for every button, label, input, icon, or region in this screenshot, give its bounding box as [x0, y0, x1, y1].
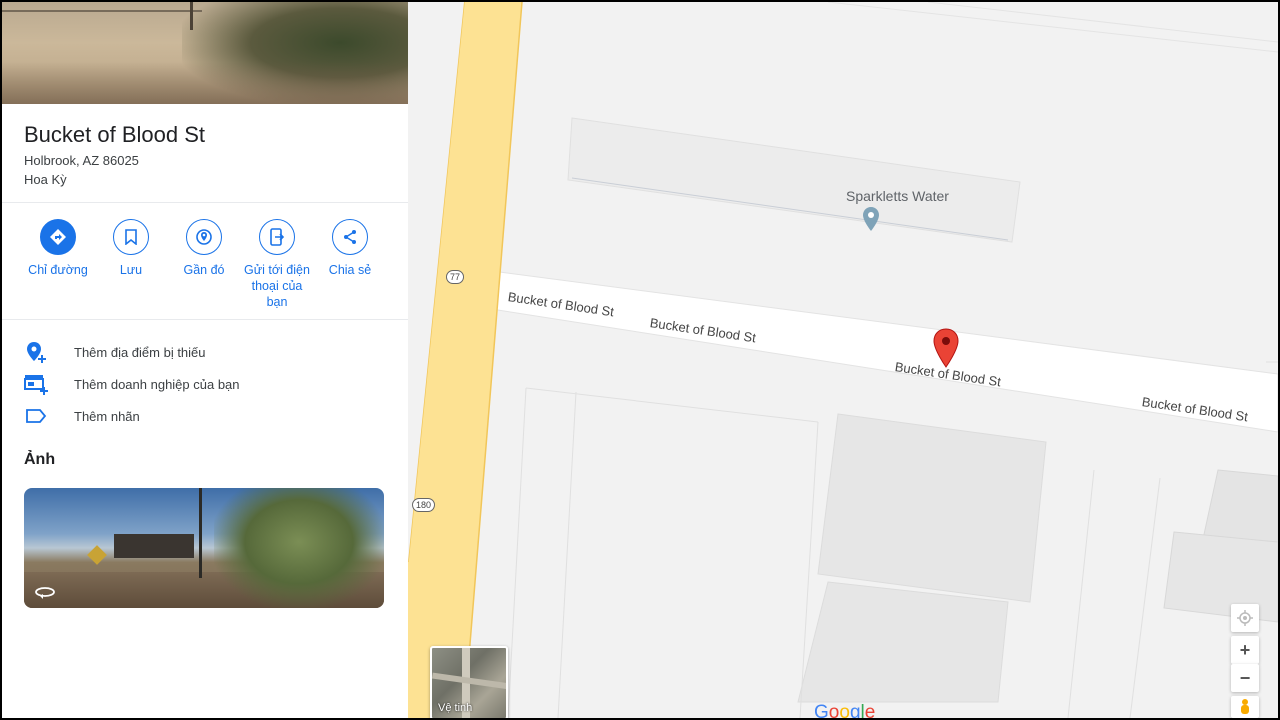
nearby-icon	[196, 229, 212, 245]
add-business-label: Thêm doanh nghiệp của bạn	[74, 376, 240, 392]
share-label: Chia sẻ	[328, 263, 372, 277]
send-to-phone-label: Gửi tới điện thoại của bạn	[244, 263, 310, 309]
send-to-phone-button[interactable]: Gửi tới điện thoại của bạn	[241, 219, 313, 310]
map-base	[408, 2, 1278, 718]
place-hero-image[interactable]	[2, 2, 408, 104]
save-label: Lưu	[119, 263, 143, 277]
directions-icon	[50, 229, 66, 245]
save-button[interactable]: Lưu	[95, 219, 167, 278]
poi-label[interactable]: Sparkletts Water	[846, 188, 949, 204]
route-77-shield: 77	[446, 270, 465, 284]
my-location-icon	[1237, 610, 1253, 626]
place-title: Bucket of Blood St	[24, 122, 205, 147]
zoom-out-button[interactable]: −	[1231, 664, 1259, 692]
pegman-icon	[1241, 699, 1249, 714]
add-business-icon	[24, 375, 48, 395]
street-view-photo[interactable]	[24, 488, 384, 608]
place-address-line2: Hoa Kỳ	[24, 172, 67, 187]
google-logo: Google	[814, 702, 876, 718]
add-missing-place-row[interactable]: Thêm địa điểm bị thiếu	[24, 340, 384, 364]
zoom-in-button[interactable]: +	[1231, 636, 1259, 664]
location-marker-icon[interactable]	[933, 328, 959, 368]
nearby-label: Gần đó	[183, 263, 225, 277]
street-view-360-icon	[32, 584, 58, 602]
add-business-row[interactable]: Thêm doanh nghiệp của bạn	[24, 372, 384, 396]
satellite-label: Vệ tinh	[438, 702, 473, 714]
divider	[2, 202, 408, 203]
directions-button[interactable]: Chỉ đường	[22, 219, 94, 278]
route-180-shield: 180	[412, 498, 436, 512]
photos-heading: Ảnh	[24, 451, 56, 468]
add-location-icon	[27, 342, 46, 363]
bookmark-icon	[125, 229, 137, 245]
pegman-button[interactable]	[1231, 696, 1259, 718]
place-address-line1: Holbrook, AZ 86025	[24, 153, 139, 168]
maps-window: Bucket of Blood St Bucket of Blood St Bu…	[2, 2, 1278, 718]
share-icon	[344, 230, 356, 244]
add-label-row[interactable]: Thêm nhãn	[24, 404, 384, 428]
add-missing-place-label: Thêm địa điểm bị thiếu	[74, 344, 206, 360]
poi-pin-icon[interactable]	[862, 206, 880, 232]
divider	[2, 319, 408, 320]
map-canvas[interactable]: Bucket of Blood St Bucket of Blood St Bu…	[408, 2, 1278, 718]
satellite-toggle[interactable]: Vệ tinh	[430, 646, 508, 718]
share-button[interactable]: Chia sẻ	[314, 219, 386, 278]
add-label-label: Thêm nhãn	[74, 408, 140, 424]
my-location-button[interactable]	[1231, 604, 1259, 632]
directions-label: Chỉ đường	[28, 263, 88, 277]
send-to-phone-icon	[270, 228, 285, 246]
nearby-button[interactable]: Gần đó	[168, 219, 240, 278]
label-icon	[26, 409, 47, 423]
place-panel: Bucket of Blood St Holbrook, AZ 86025 Ho…	[2, 2, 408, 718]
